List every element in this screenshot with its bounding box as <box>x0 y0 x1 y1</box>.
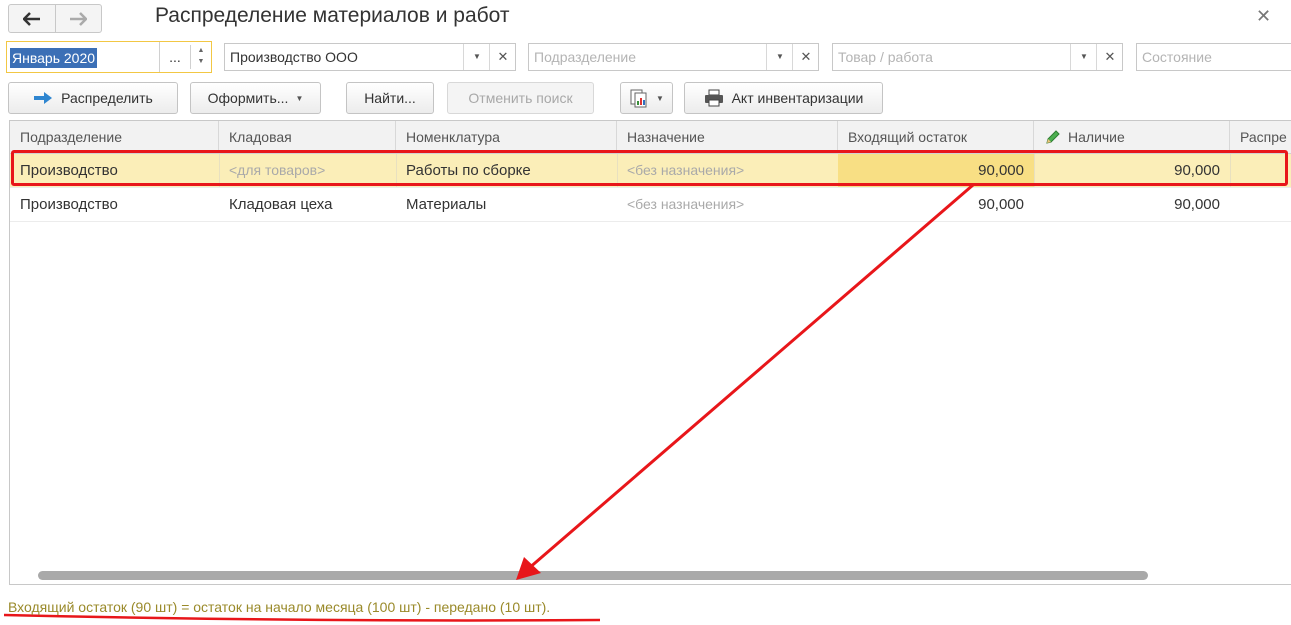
annotation-note: Входящий остаток (90 шт) = остаток на на… <box>8 599 551 615</box>
annotation-arrow-line <box>527 183 974 571</box>
annotation-underline <box>3 613 601 622</box>
annotation-overlay <box>3 183 974 622</box>
